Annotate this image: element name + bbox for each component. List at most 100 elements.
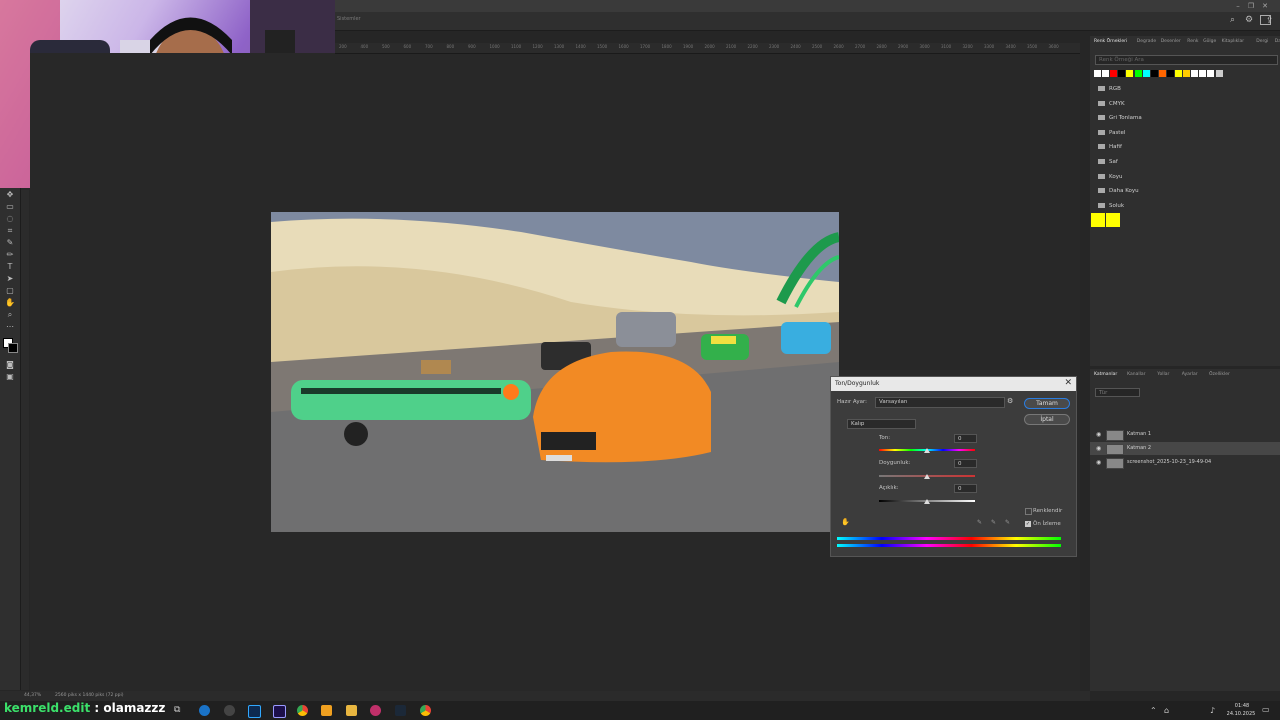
- clock-time[interactable]: 01:48: [1228, 703, 1256, 709]
- eyedropper-icon[interactable]: ✎: [977, 519, 982, 526]
- chrome-icon-2[interactable]: [420, 705, 431, 716]
- hue-input[interactable]: 0: [954, 434, 977, 443]
- lightness-input[interactable]: 0: [954, 484, 977, 493]
- swatch[interactable]: [1158, 70, 1166, 77]
- close-window-icon[interactable]: ✕: [1260, 1, 1270, 11]
- saturation-slider-thumb[interactable]: [924, 474, 930, 479]
- swatches-tab[interactable]: Dergi: [1256, 39, 1268, 44]
- document-tab[interactable]: Sistemler: [337, 16, 361, 22]
- dialog-title-bar[interactable]: Ton/Doygunluk ✕: [831, 377, 1076, 391]
- preset-select[interactable]: Varsayılan: [875, 397, 1005, 408]
- swatch-folder[interactable]: Daha Koyu: [1098, 188, 1139, 194]
- network-icon[interactable]: ⌂: [1164, 706, 1169, 715]
- swatch[interactable]: [1166, 70, 1174, 77]
- swatch[interactable]: [1102, 70, 1110, 77]
- move-tool-icon[interactable]: ✥: [4, 190, 16, 200]
- swatch[interactable]: [1134, 70, 1142, 77]
- steam-icon[interactable]: [395, 705, 406, 716]
- swatch[interactable]: [1215, 70, 1223, 77]
- layers-tab[interactable]: Özellikler: [1209, 372, 1230, 377]
- gear-icon[interactable]: ⚙: [1245, 15, 1253, 25]
- swatches-tab[interactable]: Gölge: [1203, 39, 1216, 44]
- eyedropper-tool-icon[interactable]: ✎: [4, 238, 16, 248]
- colorize-checkbox[interactable]: [1025, 508, 1032, 515]
- app-icon-3[interactable]: [370, 705, 381, 716]
- document-info[interactable]: 2560 piks x 1440 piks (72 ppi): [55, 693, 123, 698]
- swatch-folder[interactable]: Soluk: [1098, 202, 1124, 209]
- lightness-slider-thumb[interactable]: [924, 499, 930, 504]
- layers-tab[interactable]: Katmanlar: [1094, 372, 1117, 377]
- restore-icon[interactable]: ❐: [1246, 1, 1256, 11]
- swatch[interactable]: [1150, 70, 1158, 77]
- swatch[interactable]: [1183, 70, 1191, 77]
- channel-select[interactable]: Kalıp: [847, 419, 916, 429]
- targeted-adjustment-icon[interactable]: ✋: [841, 518, 850, 526]
- minimize-icon[interactable]: –: [1233, 1, 1243, 11]
- swatch-search-input[interactable]: Renk Örneği Ara: [1095, 55, 1278, 65]
- document-image[interactable]: [271, 212, 839, 532]
- background-color-icon[interactable]: [8, 343, 18, 353]
- swatch-folder[interactable]: Gri Tonlama: [1098, 115, 1142, 121]
- path-selection-tool-icon[interactable]: ➤: [4, 274, 16, 284]
- visibility-eye-icon[interactable]: ◉: [1096, 445, 1101, 452]
- cancel-button[interactable]: İptal: [1024, 414, 1070, 425]
- screen-mode-icon[interactable]: ▣: [4, 372, 16, 382]
- swatch[interactable]: [1118, 70, 1126, 77]
- swatch[interactable]: [1142, 70, 1150, 77]
- swatch[interactable]: [1110, 70, 1118, 77]
- app-icon-2[interactable]: [321, 705, 332, 716]
- task-view-icon[interactable]: ⧉: [174, 705, 185, 716]
- layers-tab[interactable]: Yollar: [1157, 372, 1169, 377]
- quick-mask-icon[interactable]: ◙: [4, 360, 16, 370]
- share-icon[interactable]: ⇪: [1266, 16, 1274, 26]
- swatch-folder[interactable]: Koyu: [1098, 173, 1122, 180]
- swatch[interactable]: [1207, 70, 1215, 77]
- swatch[interactable]: [1191, 70, 1199, 77]
- yellow-swatch[interactable]: [1091, 213, 1105, 227]
- swatch-folder[interactable]: Hafif: [1098, 144, 1122, 150]
- swatch-folder[interactable]: Saf: [1098, 159, 1118, 165]
- layers-tab[interactable]: Ayarlar: [1182, 372, 1198, 377]
- eyedropper-minus-icon[interactable]: ✎: [1005, 519, 1010, 526]
- swatches-tab[interactable]: Kitaplıklar: [1222, 39, 1245, 44]
- marquee-tool-icon[interactable]: ▭: [4, 202, 16, 212]
- hue-slider-thumb[interactable]: [924, 448, 930, 453]
- more-tools-icon[interactable]: ⋯: [4, 322, 16, 332]
- search-icon[interactable]: ⌕: [1230, 15, 1235, 25]
- app-icon[interactable]: [224, 705, 235, 716]
- layer-filter-input[interactable]: Tür: [1095, 388, 1140, 397]
- volume-icon[interactable]: ♪: [1210, 706, 1215, 715]
- swatches-tab[interactable]: Degrade: [1137, 39, 1156, 44]
- layer-row[interactable]: ◉ Katman 1: [1090, 428, 1280, 441]
- chrome-icon[interactable]: [297, 705, 308, 716]
- zoom-tool-icon[interactable]: ⌕: [4, 310, 16, 320]
- swatch-folder[interactable]: RGB: [1098, 86, 1121, 92]
- swatch[interactable]: [1126, 70, 1134, 77]
- lasso-tool-icon[interactable]: ◌: [4, 214, 16, 224]
- gear-icon[interactable]: ⚙: [1007, 397, 1013, 405]
- saturation-input[interactable]: 0: [954, 459, 977, 468]
- layer-row[interactable]: ◉ screenshot_2025-10-23_19-49-04: [1090, 456, 1280, 469]
- tray-chevron-icon[interactable]: ⌃: [1150, 706, 1157, 715]
- swatches-tab[interactable]: Desenler: [1161, 39, 1181, 44]
- photoshop-icon[interactable]: [248, 705, 261, 718]
- layers-tab[interactable]: Kanallar: [1127, 372, 1145, 377]
- ok-button[interactable]: Tamam: [1024, 398, 1070, 409]
- swatch[interactable]: [1199, 70, 1207, 77]
- swatches-tab[interactable]: Daha: [1275, 39, 1280, 44]
- visibility-eye-icon[interactable]: ◉: [1096, 431, 1101, 438]
- swatch-folder[interactable]: Pastel: [1098, 129, 1125, 136]
- swatch[interactable]: [1175, 70, 1182, 77]
- swatch[interactable]: [1094, 70, 1101, 77]
- swatches-tab[interactable]: Renk: [1187, 39, 1198, 44]
- brush-tool-icon[interactable]: ✏: [4, 250, 16, 260]
- close-icon[interactable]: ✕: [1064, 378, 1072, 388]
- file-explorer-icon[interactable]: [346, 705, 357, 716]
- yellow-swatch-2[interactable]: [1106, 213, 1120, 227]
- zoom-level[interactable]: 44,37%: [24, 693, 41, 698]
- text-tool-icon[interactable]: T: [4, 262, 16, 272]
- swatch-folder[interactable]: CMYK: [1098, 100, 1125, 107]
- crop-tool-icon[interactable]: ⌗: [4, 226, 16, 236]
- eyedropper-plus-icon[interactable]: ✎: [991, 519, 996, 526]
- clock-date[interactable]: 24.10.2025: [1224, 711, 1258, 717]
